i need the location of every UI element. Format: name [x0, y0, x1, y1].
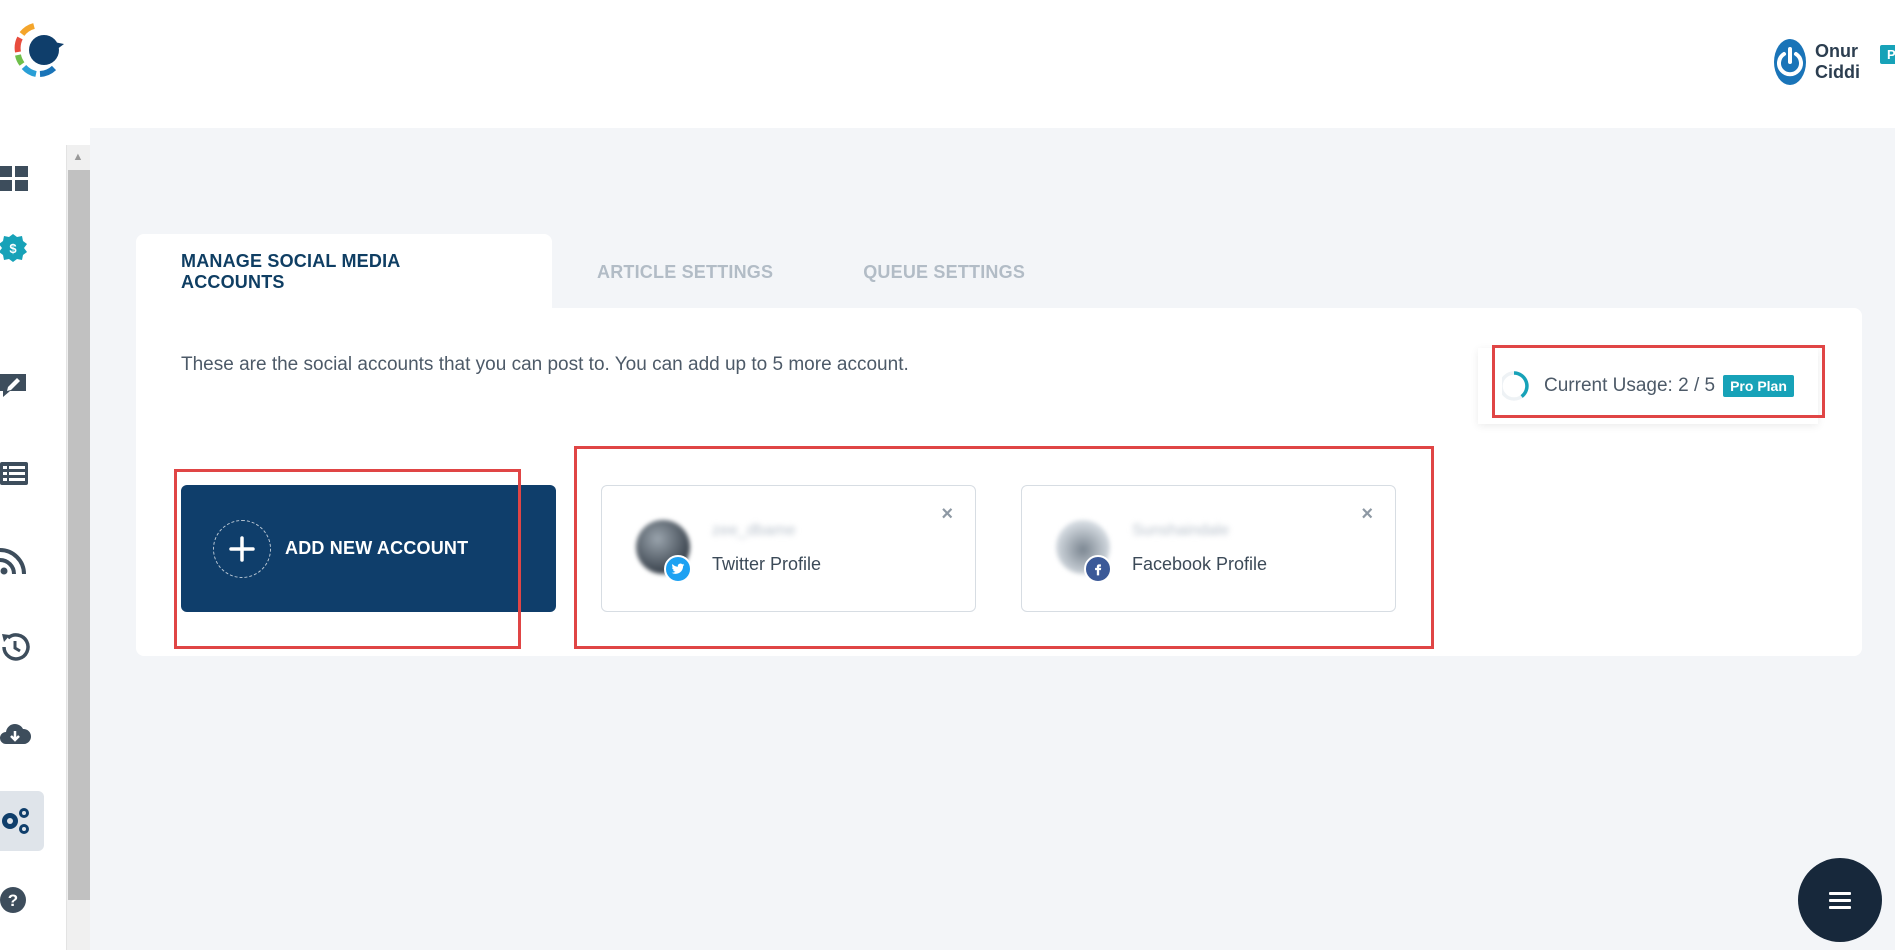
sidebar-item-compose[interactable]	[0, 370, 32, 402]
add-new-account-label: ADD NEW ACCOUNT	[285, 538, 469, 558]
account-name: Sunshaindale	[1132, 522, 1229, 539]
dashboard-icon	[0, 166, 28, 191]
sidebar-scrollbar-thumb[interactable]	[68, 170, 90, 900]
edit-comment-icon	[0, 374, 26, 397]
tab-manage-social-accounts[interactable]: MANAGE SOCIAL MEDIA ACCOUNTS	[136, 234, 552, 310]
top-header: Onur Ciddi Pro	[90, 0, 1895, 128]
user-name[interactable]: Onur Ciddi	[1815, 41, 1874, 83]
svg-text:?: ?	[8, 891, 18, 910]
sidebar-item-dashboard[interactable]	[0, 163, 32, 195]
sidebar-item-articles[interactable]	[0, 458, 32, 490]
remove-account-close-icon[interactable]: ×	[1361, 504, 1373, 524]
usage-indicator: Current Usage: 2 / 5 Pro Plan	[1478, 348, 1818, 424]
facebook-icon	[1084, 555, 1112, 583]
tab-article-settings[interactable]: ARTICLE SETTINGS	[552, 234, 818, 310]
plan-badge: Pro Plan	[1723, 375, 1794, 397]
settings-tabs: MANAGE SOCIAL MEDIA ACCOUNTS ARTICLE SET…	[136, 234, 1070, 310]
hamburger-menu-icon	[1829, 892, 1851, 909]
sidebar-item-billing[interactable]: $	[0, 232, 32, 264]
cloud-download-icon	[0, 724, 32, 744]
sidebar-item-feeds[interactable]	[0, 546, 32, 578]
sidebar-item-settings[interactable]	[0, 805, 32, 837]
sidebar-item-help[interactable]: ?	[0, 885, 32, 917]
usage-text: Current Usage: 2 / 5	[1544, 375, 1716, 396]
menu-fab-button[interactable]	[1798, 858, 1882, 942]
user-menu[interactable]: Onur Ciddi Pro	[1774, 37, 1895, 87]
sidebar: ▲ $ ?	[0, 0, 90, 950]
user-plan-badge: Pro	[1880, 45, 1895, 64]
gears-icon	[2, 808, 29, 834]
account-name: zee_dbame	[712, 522, 796, 539]
remove-account-close-icon[interactable]: ×	[941, 504, 953, 524]
account-type-label: Facebook Profile	[1132, 554, 1268, 574]
history-icon	[2, 633, 30, 661]
accounts-description: These are the social accounts that you c…	[181, 354, 909, 375]
twitter-icon	[664, 555, 692, 583]
dollar-badge-icon: $	[0, 234, 27, 262]
rss-icon	[0, 548, 26, 575]
list-icon	[0, 462, 28, 485]
usage-progress-ring-icon	[1502, 371, 1529, 401]
add-new-account-button[interactable]: ADD NEW ACCOUNT	[181, 485, 556, 612]
app-logo-icon[interactable]	[14, 22, 66, 78]
power-icon[interactable]	[1774, 39, 1806, 85]
account-card-facebook: Sunshaindale Facebook Profile ×	[1021, 485, 1396, 612]
account-type-label: Twitter Profile	[712, 554, 822, 574]
sidebar-item-history[interactable]	[0, 631, 32, 663]
tab-queue-settings[interactable]: QUEUE SETTINGS	[818, 234, 1070, 310]
help-icon: ?	[0, 887, 26, 913]
scroll-up-arrow-icon[interactable]: ▲	[70, 150, 86, 164]
svg-text:$: $	[9, 241, 17, 256]
sidebar-item-import[interactable]	[0, 718, 32, 750]
plus-icon	[213, 519, 271, 578]
account-card-twitter: zee_dbame Twitter Profile ×	[601, 485, 976, 612]
